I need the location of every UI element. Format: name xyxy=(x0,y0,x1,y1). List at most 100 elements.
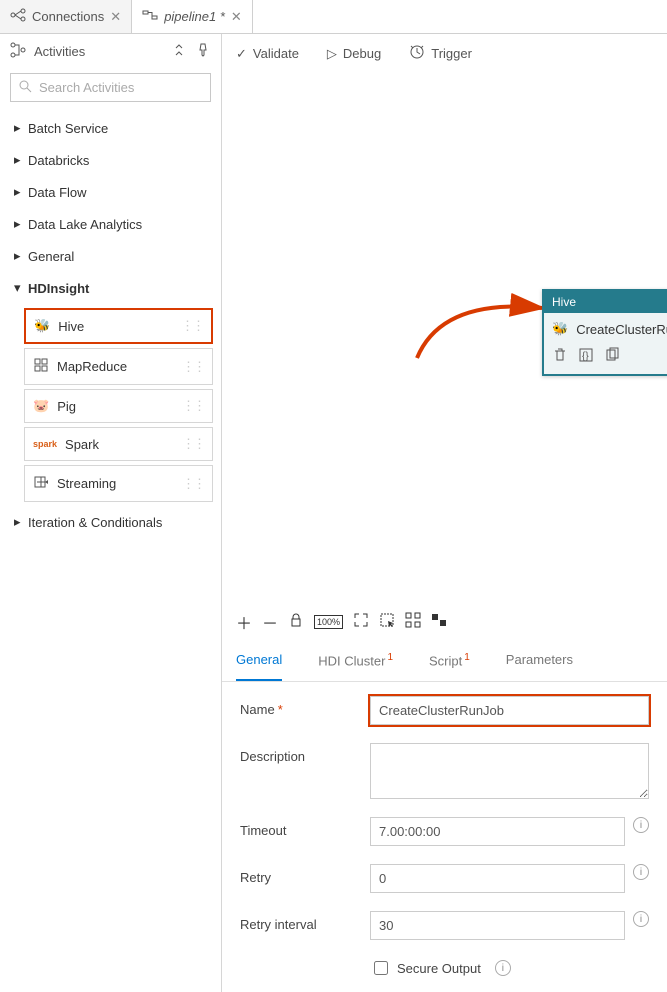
zoom-100-icon[interactable]: 100% xyxy=(314,615,343,629)
tree-iteration[interactable]: ▸ Iteration & Conditionals xyxy=(0,506,221,538)
spark-icon: spark xyxy=(33,439,57,449)
retry-input[interactable] xyxy=(370,864,625,893)
play-icon: ▷ xyxy=(327,46,337,62)
tab-label: Script xyxy=(429,653,462,668)
close-icon[interactable]: ✕ xyxy=(231,9,242,25)
chevron-right-icon: ▸ xyxy=(14,248,22,264)
activity-streaming[interactable]: Streaming ⋮⋮ xyxy=(24,465,213,502)
canvas-area: ✓Validate ▷Debug Trigger Hive 🐝 xyxy=(222,34,667,992)
secure-output-checkbox[interactable] xyxy=(374,961,388,975)
tree-batch[interactable]: ▸ Batch Service xyxy=(0,112,221,144)
zoom-out-icon[interactable]: － xyxy=(262,610,278,634)
autolayout-icon[interactable] xyxy=(405,612,421,633)
desc-input[interactable] xyxy=(370,743,649,799)
tree-dla[interactable]: ▸ Data Lake Analytics xyxy=(0,208,221,240)
tab-connections[interactable]: Connections ✕ xyxy=(0,0,132,33)
activity-mapreduce[interactable]: MapReduce ⋮⋮ xyxy=(24,348,213,385)
tree-label: General xyxy=(28,249,74,264)
item-label: MapReduce xyxy=(57,359,127,374)
node-body: 🐝 CreateClusterRunJob {} xyxy=(544,313,667,374)
prop-tab-parameters[interactable]: Parameters xyxy=(506,642,573,681)
required-badge: 1 xyxy=(387,652,393,663)
tree-label: Data Lake Analytics xyxy=(28,217,142,232)
activities-title: Activities xyxy=(34,44,85,59)
chevron-right-icon: ▸ xyxy=(14,216,22,232)
property-tabs: General HDI Cluster1 Script1 Parameters xyxy=(222,642,667,682)
btn-label: Validate xyxy=(253,46,299,61)
validate-button[interactable]: ✓ Validate xyxy=(236,46,299,62)
check-icon: ✓ xyxy=(236,46,247,62)
tree-general[interactable]: ▸ General xyxy=(0,240,221,272)
editor-tabs: Connections ✕ pipeline1 * ✕ xyxy=(0,0,667,34)
tree-databricks[interactable]: ▸Databricks xyxy=(0,144,221,176)
collapse-all-icon[interactable] xyxy=(173,42,189,61)
retry-interval-label: Retry interval xyxy=(240,911,370,932)
prop-tab-general[interactable]: General xyxy=(236,642,282,681)
trigger-icon xyxy=(409,44,425,63)
tab-label: HDI Cluster xyxy=(318,653,385,668)
activities-tree: ▸Batch Service ▸Databricks ▸Data Flow ▸D… xyxy=(0,112,221,538)
canvas-toolbar: ✓ Validate ▷ Debug Trigger xyxy=(222,34,667,73)
info-icon[interactable]: i xyxy=(633,864,649,880)
hive-icon: 🐝 xyxy=(34,318,50,334)
search-input[interactable]: Search Activities xyxy=(10,73,211,102)
info-icon[interactable]: i xyxy=(495,960,511,976)
pipeline-canvas[interactable]: Hive 🐝 CreateClusterRunJob {} xyxy=(222,73,667,602)
pipeline-icon xyxy=(142,7,158,26)
chevron-right-icon: ▸ xyxy=(14,120,22,136)
hive-activity-node[interactable]: Hive 🐝 CreateClusterRunJob {} xyxy=(542,289,667,376)
copy-icon[interactable] xyxy=(604,347,620,366)
delete-icon[interactable] xyxy=(552,347,568,366)
node-header: Hive xyxy=(544,291,667,313)
retry-interval-input[interactable] xyxy=(370,911,625,940)
item-label: Hive xyxy=(58,319,84,334)
tab-label: Parameters xyxy=(506,652,573,667)
fit-screen-icon[interactable] xyxy=(353,612,369,633)
retry-label: Retry xyxy=(240,864,370,885)
grip-icon: ⋮⋮ xyxy=(182,476,204,492)
required-badge: 1 xyxy=(464,652,470,663)
info-icon[interactable]: i xyxy=(633,817,649,833)
pin-icon[interactable] xyxy=(195,42,211,61)
tree-dataflow[interactable]: ▸Data Flow xyxy=(0,176,221,208)
desc-label: Description xyxy=(240,743,370,764)
streaming-icon xyxy=(33,474,49,493)
zoom-in-icon[interactable]: ＋ xyxy=(236,610,252,634)
drag-arrow-annotation xyxy=(412,288,552,368)
grip-icon: ⋮⋮ xyxy=(182,436,204,452)
chevron-right-icon: ▸ xyxy=(14,514,22,530)
hdinsight-items: 🐝 Hive ⋮⋮ MapReduce ⋮⋮ 🐷Pig ⋮⋮ sparkSpark… xyxy=(0,308,221,502)
code-icon[interactable]: {} xyxy=(578,347,594,366)
timeout-input[interactable] xyxy=(370,817,625,846)
main: Activities Search Activities ▸ Batch Serv… xyxy=(0,34,667,992)
prop-tab-hdi[interactable]: HDI Cluster1 xyxy=(318,642,393,681)
lock-icon[interactable] xyxy=(288,612,304,633)
close-icon[interactable]: ✕ xyxy=(110,9,121,25)
prop-tab-script[interactable]: Script1 xyxy=(429,642,470,681)
info-icon[interactable]: i xyxy=(633,911,649,927)
tree-label: Batch Service xyxy=(28,121,108,136)
tab-label: General xyxy=(236,652,282,667)
name-input[interactable] xyxy=(370,696,649,725)
activity-hive[interactable]: 🐝Hive ⋮⋮ xyxy=(24,308,213,344)
btn-label: Debug xyxy=(343,46,381,61)
item-label: Streaming xyxy=(57,476,116,491)
debug-button[interactable]: ▷ Debug xyxy=(327,46,381,62)
grip-icon: ⋮⋮ xyxy=(182,398,204,414)
tab-pipeline[interactable]: pipeline1 * ✕ xyxy=(132,0,253,33)
tree-label: Data Flow xyxy=(28,185,87,200)
align-icon[interactable] xyxy=(431,612,447,633)
search-icon xyxy=(17,78,33,97)
trigger-button[interactable]: Trigger xyxy=(409,44,472,63)
chevron-right-icon: ▸ xyxy=(14,152,22,168)
tab-pipeline-label: pipeline1 * xyxy=(164,9,225,24)
item-label: Pig xyxy=(57,399,76,414)
grip-icon: ⋮⋮ xyxy=(182,359,204,375)
activity-spark[interactable]: sparkSpark ⋮⋮ xyxy=(24,427,213,461)
tree-hdinsight[interactable]: ▾HDInsight xyxy=(0,272,221,304)
search-placeholder: Search Activities xyxy=(39,80,134,95)
activity-pig[interactable]: 🐷Pig ⋮⋮ xyxy=(24,389,213,423)
btn-label: Trigger xyxy=(431,46,472,61)
tree-label: Iteration & Conditionals xyxy=(28,515,162,530)
select-icon[interactable] xyxy=(379,612,395,633)
